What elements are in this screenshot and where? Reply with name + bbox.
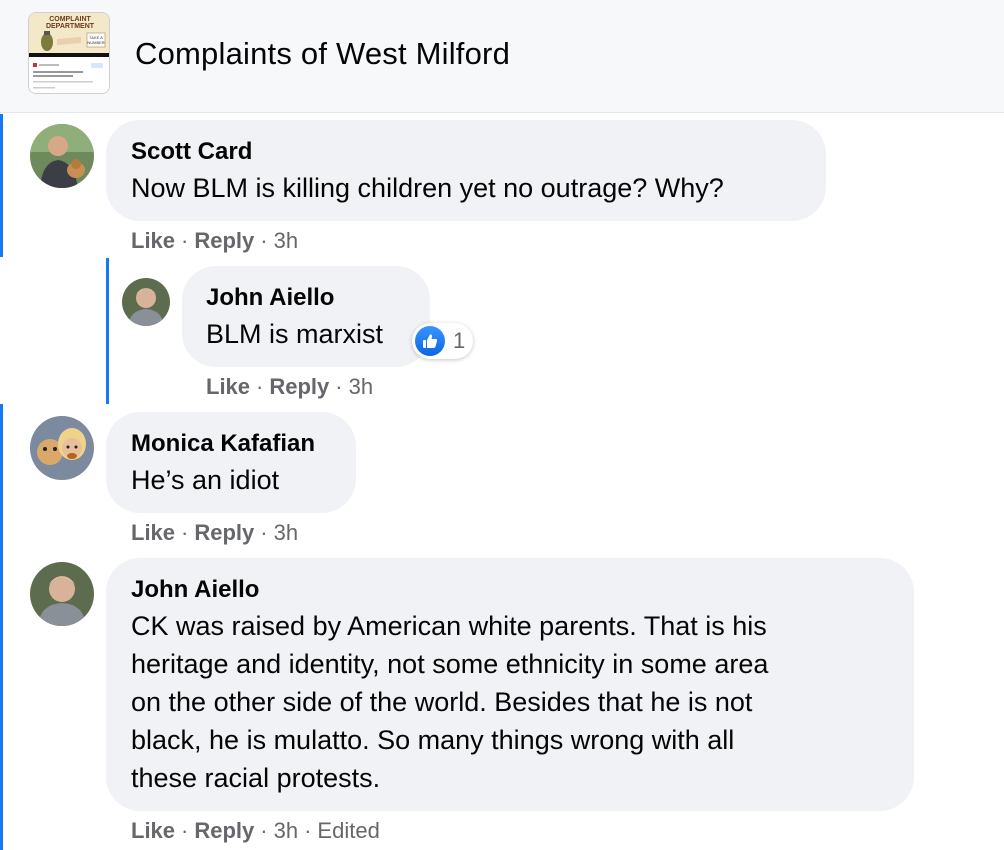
avatar[interactable] (30, 562, 94, 626)
separator: · (304, 818, 312, 843)
separator: · (181, 228, 189, 253)
separator: · (260, 818, 268, 843)
separator: · (335, 374, 343, 399)
reply-button[interactable]: Reply (194, 818, 254, 843)
comment-text-line: these racial protests. (131, 763, 381, 793)
reply-button[interactable]: Reply (269, 374, 329, 399)
like-button[interactable]: Like (131, 228, 175, 253)
avatar[interactable] (30, 124, 94, 188)
comment-bubble: John Aiello BLM is marxist (182, 266, 430, 367)
group-header: COMPLAINT DEPARTMENT TAKE A NUMBER Compl… (0, 0, 1004, 113)
comment-text-line: on the other side of the world. Besides … (131, 687, 753, 717)
separator: · (256, 374, 264, 399)
comment-timestamp[interactable]: 3h (274, 520, 298, 545)
comment-text-line: heritage and identity, not some ethnicit… (131, 649, 769, 679)
reaction-badge[interactable]: 1 (412, 323, 474, 359)
comment-text: BLM is marxist (206, 319, 384, 349)
comment-bubble: John Aiello CK was raised by American wh… (106, 558, 914, 811)
svg-text:COMPLAINT: COMPLAINT (49, 16, 91, 23)
separator: · (260, 228, 268, 253)
user-photo-icon (122, 278, 170, 326)
like-button[interactable]: Like (131, 520, 175, 545)
thread-line (0, 114, 3, 257)
reaction-count: 1 (453, 328, 466, 353)
reply-button[interactable]: Reply (194, 520, 254, 545)
comment-author[interactable]: John Aiello (131, 576, 259, 604)
comment-text: Now BLM is killing children yet no outra… (131, 173, 724, 203)
user-photo-icon (30, 124, 94, 188)
comment-text-line: black, he is mulatto. So many things wro… (131, 725, 735, 755)
comment-actions: Like · Reply · 3h (131, 228, 298, 254)
thread-line (0, 404, 3, 850)
svg-text:DEPARTMENT: DEPARTMENT (46, 23, 95, 30)
comment-author[interactable]: John Aiello (206, 284, 334, 312)
separator: · (181, 818, 189, 843)
complaint-department-logo-icon: COMPLAINT DEPARTMENT TAKE A NUMBER (29, 13, 109, 93)
like-button[interactable]: Like (206, 374, 250, 399)
reply-button[interactable]: Reply (194, 228, 254, 253)
comment-author[interactable]: Scott Card (131, 138, 252, 166)
comment-text: CK was raised by American white parents.… (131, 607, 901, 797)
reply-thread-line (106, 258, 109, 404)
separator: · (260, 520, 268, 545)
svg-text:NUMBER: NUMBER (87, 40, 104, 45)
comment-bubble: Scott Card Now BLM is killing children y… (106, 120, 826, 221)
comment-author[interactable]: Monica Kafafian (131, 430, 315, 458)
avatar[interactable] (122, 278, 170, 326)
comment-text-line: CK was raised by American white parents.… (131, 611, 767, 641)
page-title[interactable]: Complaints of West Milford (135, 36, 510, 72)
thumbs-up-icon (415, 326, 445, 356)
comment-bubble: Monica Kafafian He’s an idiot (106, 412, 356, 513)
like-button[interactable]: Like (131, 818, 175, 843)
separator: · (181, 520, 189, 545)
comment-actions: Like · Reply · 3h (131, 520, 298, 546)
comment-timestamp[interactable]: 3h (349, 374, 373, 399)
comment-text: He’s an idiot (131, 465, 280, 495)
avatar[interactable] (30, 416, 94, 480)
comment-timestamp[interactable]: 3h (274, 228, 298, 253)
comment-actions: Like · Reply · 3h · Edited (131, 818, 380, 844)
comment-timestamp[interactable]: 3h (274, 818, 298, 843)
comment-actions: Like · Reply · 3h (206, 374, 373, 400)
user-photo-icon (30, 416, 94, 480)
group-thumbnail[interactable]: COMPLAINT DEPARTMENT TAKE A NUMBER (28, 12, 110, 94)
edited-label[interactable]: Edited (317, 818, 379, 843)
user-photo-icon (30, 562, 94, 626)
